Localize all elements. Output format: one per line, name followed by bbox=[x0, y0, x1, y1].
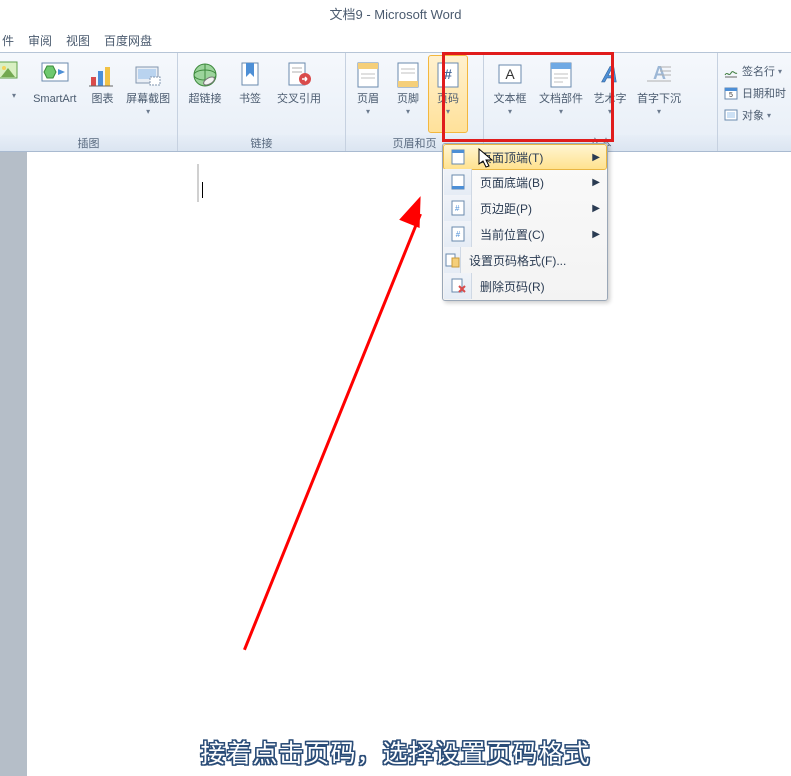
quickparts-button[interactable]: 文档部件 ▾ bbox=[534, 55, 588, 133]
smartart-label: SmartArt bbox=[33, 93, 76, 106]
window-title: 文档9 - Microsoft Word bbox=[0, 0, 791, 30]
menu-remove-label: 删除页码(R) bbox=[472, 278, 577, 295]
wordart-button[interactable]: A 艺术字 ▾ bbox=[588, 55, 632, 133]
document-area[interactable] bbox=[0, 152, 791, 776]
signatureline-button[interactable]: 签名行▾ bbox=[723, 61, 786, 81]
pagenumber-label: 页码 bbox=[437, 93, 459, 106]
quickparts-label: 文档部件 bbox=[539, 93, 583, 106]
page-current-icon: # bbox=[450, 226, 466, 242]
footer-label: 页脚 bbox=[397, 93, 419, 106]
svg-text:#: # bbox=[455, 204, 460, 213]
format-icon bbox=[444, 252, 460, 268]
bookmark-button[interactable]: 书签 bbox=[230, 55, 270, 133]
tab-view[interactable]: 视图 bbox=[59, 30, 97, 52]
submenu-arrow-icon: ▶ bbox=[592, 229, 600, 240]
chart-label: 图表 bbox=[91, 93, 113, 106]
submenu-arrow-icon: ▶ bbox=[592, 177, 600, 188]
textbox-label: 文本框 bbox=[494, 93, 527, 106]
smartart-button[interactable]: SmartArt bbox=[26, 55, 84, 133]
ribbon: ▾ SmartArt 图表 屏幕截图 ▾ 插图 超链接 bbox=[0, 52, 791, 152]
menu-margins-label: 页边距(P) bbox=[472, 200, 564, 217]
crossref-button[interactable]: 交叉引用 bbox=[270, 55, 328, 133]
object-button[interactable]: 对象▾ bbox=[723, 105, 786, 125]
menu-page-margins[interactable]: # 页边距(P) ▶ bbox=[444, 195, 606, 221]
group-label-illustrations: 插图 bbox=[0, 135, 177, 151]
instruction-caption: 接着点击页码，选择设置页码格式 bbox=[0, 734, 791, 770]
svg-text:#: # bbox=[455, 230, 460, 239]
header-button[interactable]: 页眉 ▾ bbox=[348, 55, 388, 133]
svg-text:A: A bbox=[505, 66, 515, 82]
doc-left-margin bbox=[0, 152, 27, 776]
menu-top-label: 页面顶端(T) bbox=[472, 149, 575, 166]
shape-partial-button[interactable]: ▾ bbox=[2, 55, 26, 133]
svg-text:A: A bbox=[601, 62, 618, 87]
signature-icon bbox=[723, 63, 739, 79]
remove-icon bbox=[450, 278, 466, 294]
submenu-arrow-icon: ▶ bbox=[592, 152, 600, 163]
ribbon-tabs: 件 审阅 视图 百度网盘 bbox=[0, 30, 791, 52]
pagenumber-menu: 页面顶端(T) ▶ 页面底端(B) ▶ # 页边距(P) ▶ # 当前位置(C)… bbox=[442, 143, 608, 301]
submenu-arrow-icon: ▶ bbox=[592, 203, 600, 214]
svg-text:#: # bbox=[444, 66, 452, 82]
page-top-icon bbox=[450, 149, 466, 165]
page-margin-icon: # bbox=[450, 200, 466, 216]
textbox-button[interactable]: A 文本框 ▾ bbox=[486, 55, 534, 133]
chart-button[interactable]: 图表 bbox=[84, 55, 122, 133]
text-caret bbox=[202, 182, 203, 198]
crossref-label: 交叉引用 bbox=[277, 93, 321, 106]
datetime-button[interactable]: 5 日期和时 bbox=[723, 83, 786, 103]
hyperlink-button[interactable]: 超链接 bbox=[180, 55, 230, 133]
hyperlink-label: 超链接 bbox=[189, 93, 222, 106]
tab-review[interactable]: 审阅 bbox=[21, 30, 59, 52]
svg-text:5: 5 bbox=[729, 92, 733, 99]
dropcap-label: 首字下沉 bbox=[637, 93, 681, 106]
bookmark-label: 书签 bbox=[239, 93, 261, 106]
menu-bottom-of-page[interactable]: 页面底端(B) ▶ bbox=[444, 169, 606, 195]
calendar-icon: 5 bbox=[723, 85, 739, 101]
pagenumber-button[interactable]: # 页码 ▾ bbox=[428, 55, 468, 133]
page-margin-mark bbox=[197, 164, 199, 202]
menu-top-of-page[interactable]: 页面顶端(T) ▶ bbox=[443, 144, 607, 170]
menu-current-position[interactable]: # 当前位置(C) ▶ bbox=[444, 221, 606, 247]
menu-format-pagenumbers[interactable]: 设置页码格式(F)... bbox=[444, 247, 606, 273]
datetime-label: 日期和时 bbox=[742, 85, 786, 101]
menu-format-label: 设置页码格式(F)... bbox=[461, 252, 598, 269]
menu-remove-pagenumbers[interactable]: 删除页码(R) bbox=[444, 273, 606, 299]
dropcap-button[interactable]: A 首字下沉 ▾ bbox=[632, 55, 686, 133]
header-label: 页眉 bbox=[357, 93, 379, 106]
wordart-label: 艺术字 bbox=[594, 93, 627, 106]
menu-bottom-label: 页面底端(B) bbox=[472, 174, 576, 191]
object-label: 对象 bbox=[742, 107, 764, 123]
object-icon bbox=[723, 107, 739, 123]
group-label-links: 链接 bbox=[178, 135, 345, 151]
signatureline-label: 签名行 bbox=[742, 63, 775, 79]
group-label-right bbox=[718, 135, 791, 151]
svg-text:A: A bbox=[653, 63, 666, 83]
menu-current-label: 当前位置(C) bbox=[472, 226, 577, 243]
page-bottom-icon bbox=[450, 174, 466, 190]
tab-baidu-netdisk[interactable]: 百度网盘 bbox=[97, 30, 159, 52]
footer-button[interactable]: 页脚 ▾ bbox=[388, 55, 428, 133]
screenshot-button[interactable]: 屏幕截图 ▾ bbox=[121, 55, 175, 133]
screenshot-label: 屏幕截图 bbox=[126, 93, 170, 106]
tab-fragment[interactable]: 件 bbox=[0, 30, 21, 52]
